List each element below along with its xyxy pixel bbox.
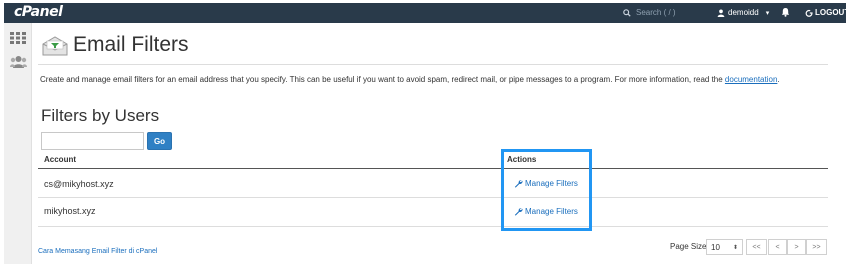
select-arrows-icon: ⬍	[732, 244, 738, 251]
bell-icon	[781, 7, 790, 17]
notifications-button[interactable]	[781, 7, 790, 20]
email-filters-icon	[42, 36, 68, 59]
sidebar	[4, 23, 32, 264]
column-header-account: Account	[44, 155, 76, 164]
go-button[interactable]: Go	[147, 132, 172, 150]
row-divider	[38, 226, 828, 227]
logout-button[interactable]: LOGOUT	[805, 8, 848, 17]
section-title: Filters by Users	[41, 106, 160, 125]
page-title: Email Filters	[73, 33, 189, 56]
chevron-down-icon: ▾	[765, 9, 770, 17]
sidebar-item-users[interactable]	[10, 55, 27, 72]
search-placeholder: Search ( / )	[636, 8, 676, 17]
users-icon	[10, 56, 27, 68]
next-page-button[interactable]: >	[787, 239, 806, 255]
row-divider	[38, 197, 828, 198]
actions-highlight-box	[501, 149, 592, 231]
username: demoidd	[728, 8, 759, 17]
table-header-divider	[38, 168, 828, 169]
account-cell: mikyhost.xyz	[44, 206, 96, 216]
sidebar-item-home[interactable]	[10, 32, 26, 47]
account-cell: cs@mikyhost.xyz	[44, 179, 114, 189]
top-navbar: cPanel Search ( / ) demoidd ▾ LOGOUT	[4, 3, 848, 23]
search-icon	[623, 8, 631, 17]
logout-label: LOGOUT	[815, 8, 848, 17]
search-input[interactable]	[41, 132, 144, 150]
last-page-button[interactable]: >>	[806, 239, 827, 255]
prev-page-button[interactable]: <	[768, 239, 787, 255]
user-menu[interactable]: demoidd ▾	[717, 8, 769, 17]
grid-icon	[10, 32, 26, 44]
header-divider	[38, 64, 828, 65]
description-text: Create and manage email filters for an e…	[40, 75, 725, 84]
page-size-label: Page Size	[670, 242, 707, 251]
description-end: .	[777, 75, 780, 84]
cpanel-logo[interactable]: cPanel	[14, 4, 63, 20]
footer-help-link[interactable]: Cara Memasang Email Filter di cPanel	[38, 248, 157, 255]
first-page-button[interactable]: <<	[746, 239, 767, 255]
logout-icon	[805, 9, 813, 17]
search-trigger[interactable]: Search ( / )	[623, 8, 676, 17]
page-description: Create and manage email filters for an e…	[40, 75, 780, 84]
user-icon	[717, 9, 725, 17]
page-size-value: 10	[711, 242, 720, 252]
documentation-link[interactable]: documentation	[725, 75, 777, 84]
page-size-select[interactable]: 10 ⬍	[706, 239, 743, 255]
